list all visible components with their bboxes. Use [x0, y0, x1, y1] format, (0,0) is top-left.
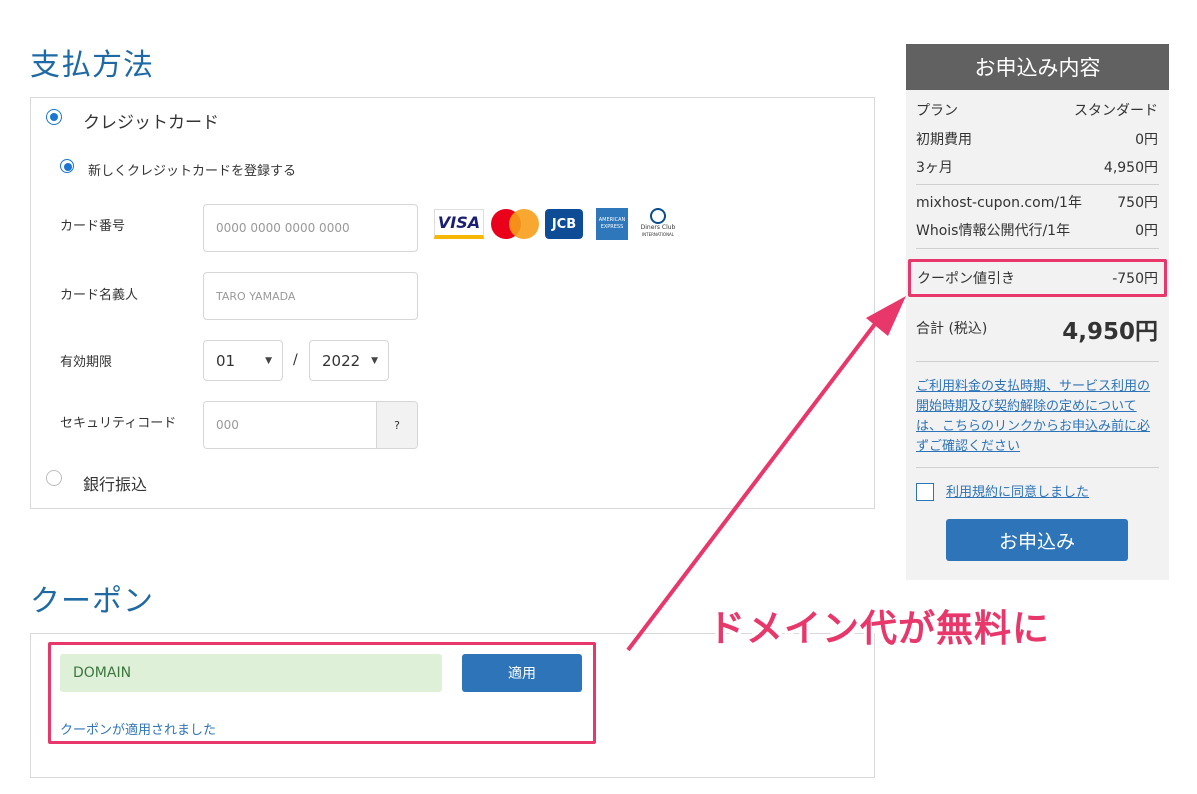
- annotation-callout-text: ドメイン代が無料に: [708, 607, 1050, 650]
- annotation-arrow-icon: [626, 296, 906, 652]
